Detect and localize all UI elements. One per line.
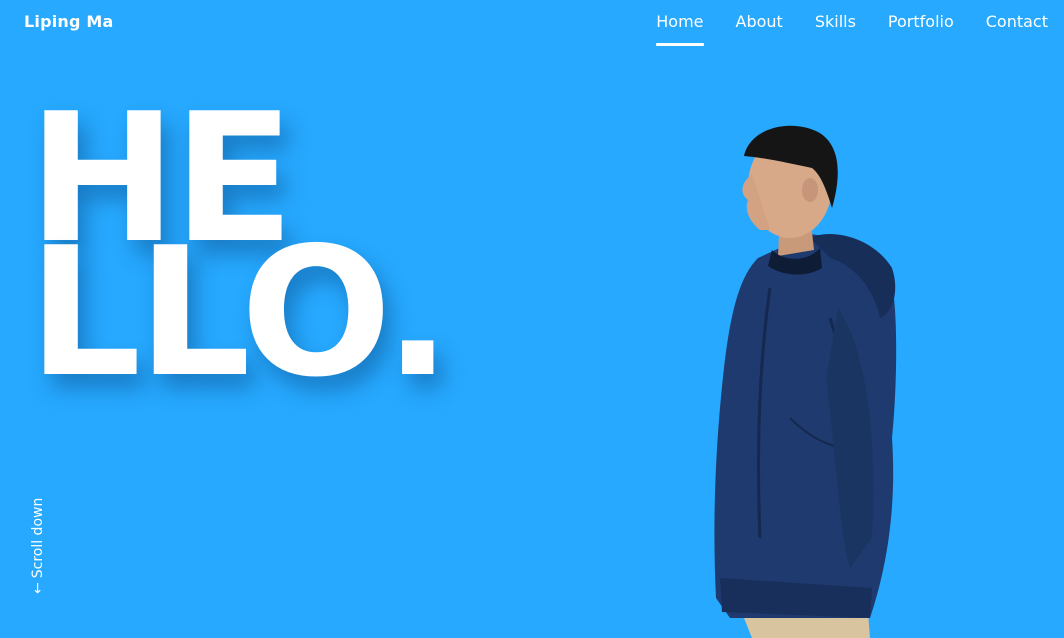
nav-item-contact[interactable]: Contact xyxy=(986,12,1048,46)
nav-item-about[interactable]: About xyxy=(736,12,783,46)
scroll-down-label: Scroll down xyxy=(30,497,46,579)
scroll-down-link[interactable]: ← Scroll down xyxy=(26,478,50,594)
nav-item-portfolio[interactable]: Portfolio xyxy=(888,12,954,46)
main-menu: Home About Skills Portfolio Contact xyxy=(656,12,1048,46)
hero-heading: HE LLO. xyxy=(28,90,452,416)
hero-line-2: LLO. xyxy=(28,209,452,416)
page: Liping Ma Home About Skills Portfolio Co… xyxy=(0,0,1064,638)
nav-item-skills[interactable]: Skills xyxy=(815,12,856,46)
nav-item-home[interactable]: Home xyxy=(656,12,704,46)
brand-logo[interactable]: Liping Ma xyxy=(24,12,114,31)
arrow-down-icon: ← xyxy=(30,582,46,594)
person-photo xyxy=(714,125,897,638)
navbar: Liping Ma Home About Skills Portfolio Co… xyxy=(0,0,1064,50)
scroll-down-content: ← Scroll down xyxy=(26,478,50,594)
